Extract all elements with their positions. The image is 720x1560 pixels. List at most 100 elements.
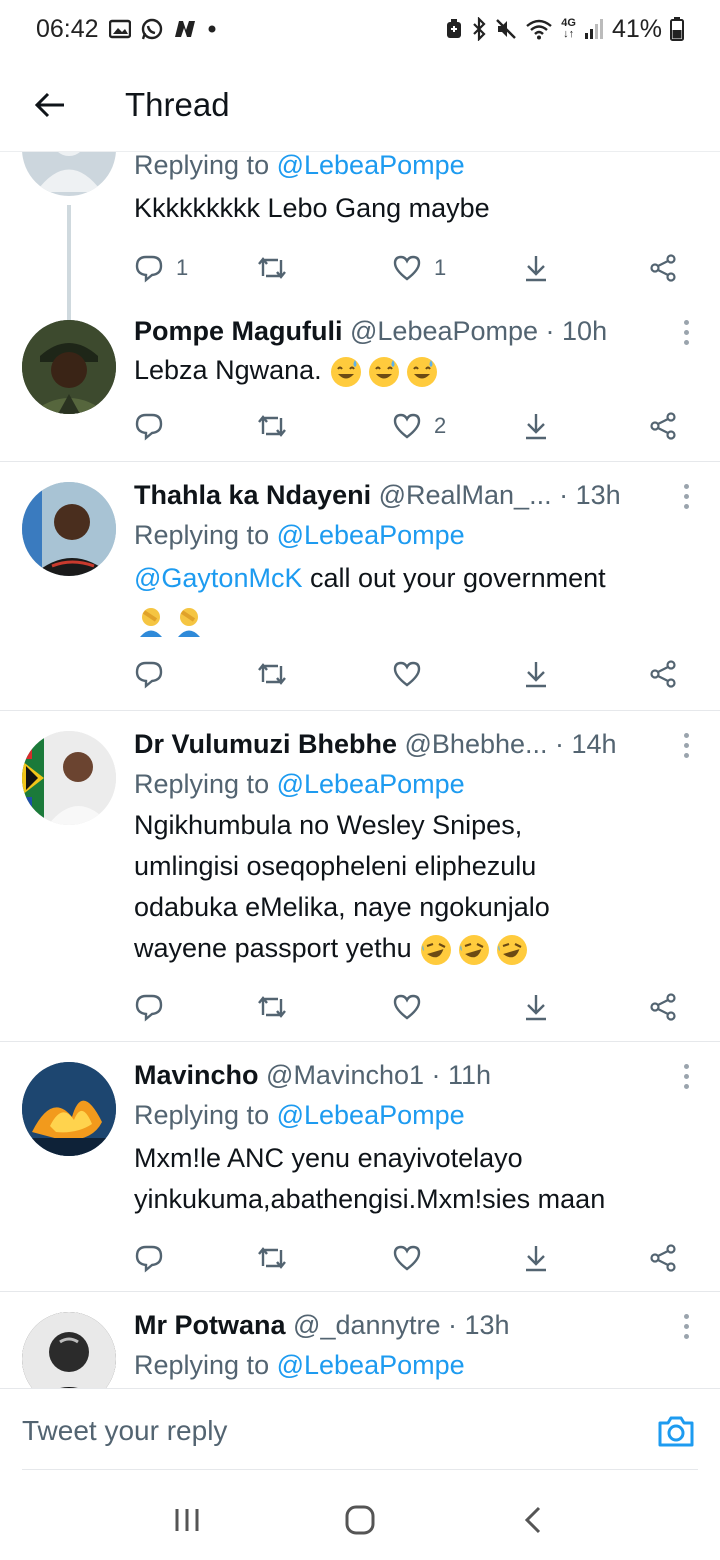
replying-handle-link[interactable]: @LebeaPompe: [277, 152, 465, 180]
author-meta: @Mavincho1 · 11h: [258, 1060, 492, 1090]
reply-button[interactable]: 1: [134, 248, 188, 288]
back-arrow-icon[interactable]: [20, 75, 80, 135]
more-options-icon[interactable]: [682, 1064, 690, 1089]
status-bar: 06:42 4G ↓↑ 41%: [0, 0, 720, 58]
bookmark-button[interactable]: [522, 654, 550, 694]
signal-icon: [584, 18, 604, 40]
author-line[interactable]: Mr Potwana @_dannytre · 13h: [134, 1308, 690, 1342]
retweet-button[interactable]: [256, 248, 300, 288]
share-button[interactable]: [648, 1238, 678, 1278]
sweat-smile-emoji: [405, 355, 443, 387]
avatar[interactable]: [22, 320, 116, 414]
tweet-item[interactable]: Dr Vulumuzi Bhebhe @Bhebhe... · 14h Repl…: [0, 711, 720, 1041]
retweet-button[interactable]: [256, 654, 300, 694]
author-name[interactable]: Thahla ka Ndayeni: [134, 480, 371, 510]
tweet-actions: 2: [134, 406, 694, 446]
status-left: 06:42: [36, 15, 217, 44]
reply-icon: [135, 1245, 163, 1273]
author-name[interactable]: Mr Potwana: [134, 1310, 286, 1340]
news-app-icon: [173, 19, 197, 39]
reply-composer[interactable]: Tweet your reply: [0, 1388, 720, 1480]
share-button[interactable]: [648, 654, 678, 694]
reply-button[interactable]: [134, 1238, 176, 1278]
author-line[interactable]: Pompe Magufuli @LebeaPompe · 10h: [134, 314, 690, 348]
bookmark-button[interactable]: [522, 248, 550, 288]
avatar[interactable]: [22, 1062, 116, 1156]
like-count: 1: [434, 255, 447, 280]
more-options-icon[interactable]: [682, 320, 690, 345]
download-icon: [526, 414, 546, 440]
replying-handle-link[interactable]: @LebeaPompe: [277, 769, 465, 799]
tweet-item[interactable]: Mr Potwana @_dannytre · 13h Replying to …: [0, 1292, 720, 1388]
reply-button[interactable]: [134, 406, 176, 446]
rofl-emoji: [419, 933, 457, 965]
avatar[interactable]: [22, 152, 116, 196]
back-nav-icon[interactable]: [503, 1490, 563, 1550]
battery-icon: [670, 17, 684, 41]
replying-to: Replying to @LebeaPompe: [134, 520, 465, 550]
author-name[interactable]: Mavincho: [134, 1060, 259, 1090]
recent-apps-icon[interactable]: [157, 1490, 217, 1550]
tweet-text: Lebza Ngwana.: [134, 350, 690, 391]
mute-icon: [495, 18, 517, 40]
avatar[interactable]: [22, 1312, 116, 1388]
home-icon[interactable]: [330, 1490, 390, 1550]
author-line[interactable]: Dr Vulumuzi Bhebhe @Bhebhe... · 14h: [134, 727, 690, 761]
reply-button[interactable]: [134, 987, 176, 1027]
author-name[interactable]: Pompe Magufuli: [134, 316, 343, 346]
replying-handle-link[interactable]: @LebeaPompe: [277, 520, 465, 550]
retweet-button[interactable]: [256, 406, 300, 446]
bookmark-button[interactable]: [522, 406, 550, 446]
page-title: Thread: [125, 85, 230, 123]
like-button[interactable]: [392, 654, 434, 694]
gallery-icon: [108, 19, 131, 39]
retweet-button[interactable]: [256, 987, 300, 1027]
author-line[interactable]: Thahla ka Ndayeni @RealMan_... · 13h: [134, 478, 690, 512]
like-button[interactable]: [392, 987, 434, 1027]
author-meta: @Bhebhe... · 14h: [397, 729, 617, 759]
author-name[interactable]: Dr Vulumuzi Bhebhe: [134, 729, 397, 759]
author-line[interactable]: Mavincho @Mavincho1 · 11h: [134, 1058, 690, 1092]
bookmark-button[interactable]: [522, 1238, 550, 1278]
tweet-item[interactable]: Pompe Magufuli @LebeaPompe · 10h Lebza N…: [0, 302, 720, 462]
like-button[interactable]: [392, 1238, 434, 1278]
tweet-actions: [134, 987, 694, 1027]
more-notifications-dot-icon: [207, 24, 217, 34]
mention-link[interactable]: @GaytonMcK: [134, 563, 302, 593]
share-icon: [650, 412, 676, 440]
bookmark-button[interactable]: [522, 987, 550, 1027]
share-button[interactable]: [648, 248, 678, 288]
replying-handle-link[interactable]: @LebeaPompe: [277, 1350, 465, 1380]
replying-to: Replying to @LebeaPompe: [134, 769, 465, 799]
avatar[interactable]: [22, 731, 116, 825]
like-button[interactable]: 1: [392, 248, 446, 288]
tweet-item[interactable]: Thahla ka Ndayeni @RealMan_... · 13h Rep…: [0, 462, 720, 710]
more-options-icon[interactable]: [682, 484, 690, 509]
tweet-emojis: [134, 599, 690, 640]
more-options-icon[interactable]: [682, 1314, 690, 1339]
tweet-actions: 1 1: [134, 248, 694, 288]
heart-icon: [393, 413, 421, 439]
replying-to: Replying to @LebeaPompe: [134, 1350, 465, 1380]
camera-icon[interactable]: [656, 1411, 696, 1451]
share-icon: [650, 254, 676, 282]
replying-handle-link[interactable]: @LebeaPompe: [277, 1100, 465, 1130]
like-button[interactable]: 2: [392, 406, 446, 446]
like-count: 2: [434, 413, 447, 438]
thread-feed[interactable]: Replying to @LebeaPompe Kkkkkkkkk Lebo G…: [0, 152, 720, 1388]
more-options-icon[interactable]: [682, 733, 690, 758]
reply-input[interactable]: Tweet your reply: [22, 1415, 227, 1447]
share-button[interactable]: [648, 406, 678, 446]
retweet-icon: [258, 257, 286, 279]
reply-button[interactable]: [134, 654, 176, 694]
author-meta: @_dannytre · 13h: [285, 1310, 510, 1340]
system-nav-bar: [0, 1480, 720, 1560]
tweet-item[interactable]: Mavincho @Mavincho1 · 11h Replying to @L…: [0, 1042, 720, 1292]
download-icon: [526, 995, 546, 1021]
heart-icon: [393, 661, 421, 687]
retweet-icon: [258, 663, 286, 685]
retweet-button[interactable]: [256, 1238, 300, 1278]
status-time: 06:42: [36, 14, 99, 43]
avatar[interactable]: [22, 482, 116, 576]
share-button[interactable]: [648, 987, 678, 1027]
